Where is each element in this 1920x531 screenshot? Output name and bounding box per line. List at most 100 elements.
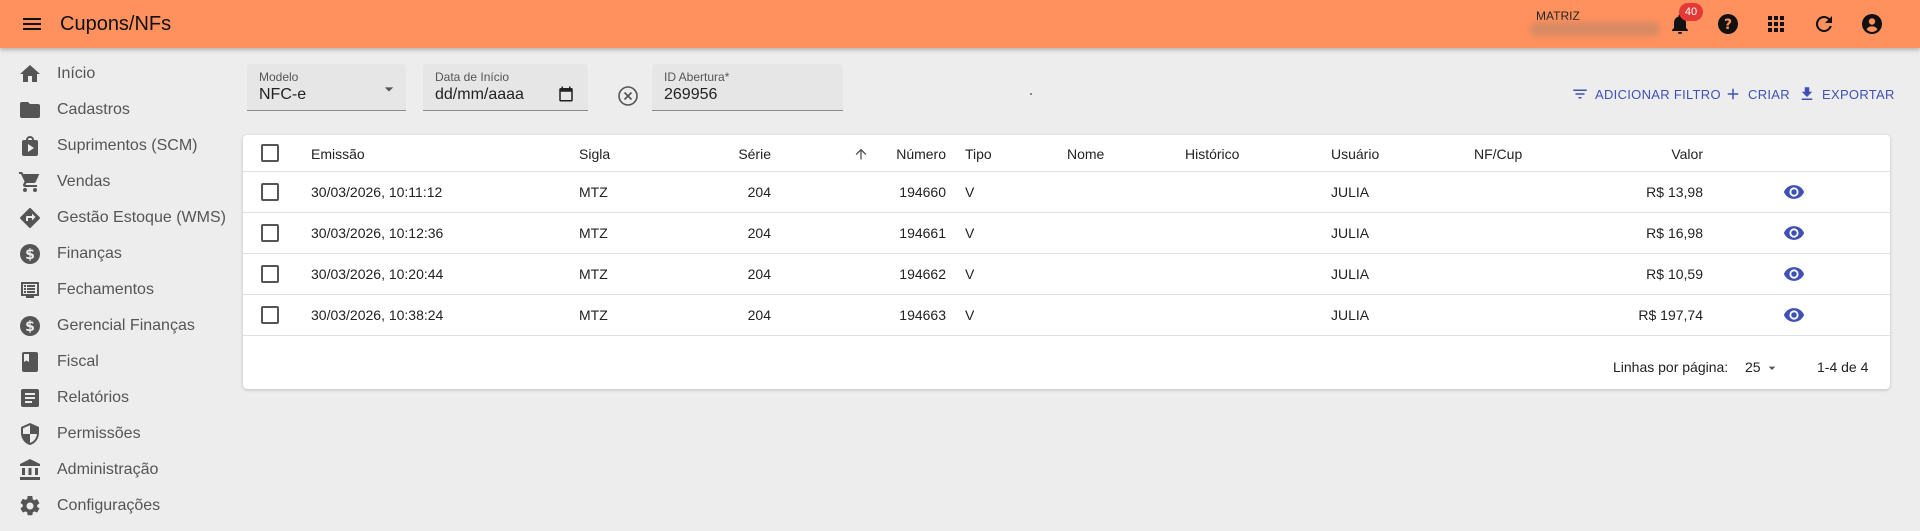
header-serie[interactable]: Série — [683, 146, 771, 162]
svg-text:?: ? — [1724, 17, 1732, 33]
header-historico[interactable]: Histórico — [1185, 146, 1239, 162]
sidebar-item-label: Administração — [57, 461, 159, 478]
cart-icon — [19, 172, 40, 192]
sidebar-item-label: Início — [57, 65, 96, 82]
cell-emissao: 30/03/2026, 10:20:44 — [311, 266, 444, 282]
app-bar: Cupons/NFs MATRIZ 40 ? — [0, 0, 1920, 48]
header-sigla[interactable]: Sigla — [579, 146, 610, 162]
sidebar-item-inicio[interactable]: Início — [0, 56, 236, 92]
divider-dot — [1030, 93, 1032, 95]
table-row[interactable]: 30/03/2026, 10:12:36 MTZ 204 194661 V JU… — [243, 213, 1890, 254]
caret-down-icon[interactable] — [1764, 360, 1780, 376]
id-abertura-label: ID Abertura* — [664, 70, 730, 84]
id-abertura-value: 269956 — [664, 86, 718, 103]
filter-list-icon — [1573, 89, 1587, 99]
sidebar-item-configuracoes[interactable]: Configurações — [0, 488, 236, 524]
menu-icon[interactable] — [20, 12, 44, 36]
export-button[interactable]: EXPORTAR — [1798, 84, 1895, 104]
bank-icon — [20, 459, 40, 480]
sidebar-item-label: Suprimentos (SCM) — [57, 137, 198, 154]
sidebar-item-label: Fechamentos — [57, 281, 154, 298]
sidebar-item-cadastros[interactable]: Cadastros — [0, 92, 236, 128]
cell-usuario: JULIA — [1331, 225, 1370, 241]
apps-grid-icon[interactable] — [1764, 12, 1788, 36]
folder-icon — [20, 102, 40, 118]
directions-icon — [19, 207, 41, 229]
cell-numero: 194662 — [899, 266, 946, 282]
sidebar-item-label: Gestão Estoque (WMS) — [57, 209, 226, 226]
svg-text:$: $ — [25, 247, 35, 263]
data-inicio-value: dd/mm/aaaa — [435, 86, 524, 103]
eye-icon[interactable] — [1783, 181, 1805, 203]
sidebar-item-suprimentos[interactable]: Suprimentos (SCM) — [0, 128, 236, 164]
cell-emissao: 30/03/2026, 10:38:24 — [311, 307, 444, 323]
table-row[interactable]: 30/03/2026, 10:11:12 MTZ 204 194660 V JU… — [243, 172, 1890, 213]
arrow-up-icon[interactable] — [853, 146, 869, 162]
sidebar-item-label: Fiscal — [57, 353, 99, 370]
cell-emissao: 30/03/2026, 10:11:12 — [311, 184, 443, 200]
cell-serie: 204 — [747, 225, 771, 241]
table-row[interactable]: 30/03/2026, 10:20:44 MTZ 204 194662 V JU… — [243, 254, 1890, 295]
create-button[interactable]: CRIAR — [1724, 84, 1790, 104]
table-row[interactable]: 30/03/2026, 10:38:24 MTZ 204 194663 V JU… — [243, 295, 1890, 336]
sidebar-item-financas[interactable]: $ Finanças — [0, 236, 236, 272]
header-usuario[interactable]: Usuário — [1331, 146, 1379, 162]
list-alt-icon — [21, 282, 39, 298]
header-nome[interactable]: Nome — [1067, 146, 1104, 162]
account-icon[interactable] — [1860, 12, 1884, 36]
header-numero[interactable]: Número — [873, 146, 946, 162]
row-checkbox[interactable] — [261, 183, 279, 201]
table-pagination: Linhas por página: 25 1-4 de 4 — [243, 341, 1890, 389]
header-tipo[interactable]: Tipo — [965, 146, 992, 162]
eye-icon[interactable] — [1783, 263, 1805, 285]
clear-filter-icon[interactable] — [616, 84, 640, 108]
page-title: Cupons/NFs — [60, 13, 172, 35]
calendar-icon[interactable] — [557, 85, 575, 103]
sidebar-item-administracao[interactable]: Administração — [0, 452, 236, 488]
sidebar-item-label: Vendas — [57, 173, 111, 190]
row-checkbox[interactable] — [261, 224, 279, 242]
id-abertura-field[interactable]: ID Abertura* 269956 — [652, 64, 843, 111]
shield-icon — [21, 423, 39, 445]
header-emissao[interactable]: Emissão — [311, 146, 365, 162]
sidebar-item-fechamentos[interactable]: Fechamentos — [0, 272, 236, 308]
dollar-circle-icon: $ — [20, 316, 40, 336]
row-checkbox[interactable] — [261, 265, 279, 283]
eye-icon[interactable] — [1783, 304, 1805, 326]
sidebar-item-permissoes[interactable]: Permissões — [0, 416, 236, 452]
select-all-checkbox[interactable] — [261, 144, 279, 162]
sidebar-item-vendas[interactable]: Vendas — [0, 164, 236, 200]
sidebar-item-fiscal[interactable]: Fiscal — [0, 344, 236, 380]
sidebar-item-label: Cadastros — [57, 101, 130, 118]
eye-icon[interactable] — [1783, 222, 1805, 244]
cell-valor: R$ 13,98 — [1646, 184, 1703, 200]
sidebar-item-label: Gerencial Finanças — [57, 317, 195, 334]
sidebar-item-gerencial-financas[interactable]: $ Gerencial Finanças — [0, 308, 236, 344]
cell-serie: 204 — [747, 184, 771, 200]
cell-serie: 204 — [747, 266, 771, 282]
sidebar: Início Cadastros Suprimentos (SCM) Venda… — [0, 48, 240, 531]
help-icon[interactable]: ? — [1716, 12, 1740, 36]
rows-per-page-select[interactable]: 25 — [1745, 359, 1761, 375]
sidebar-item-relatorios[interactable]: Relatórios — [0, 380, 236, 416]
sidebar-item-label: Configurações — [57, 497, 161, 514]
export-label: EXPORTAR — [1822, 86, 1895, 102]
row-checkbox[interactable] — [261, 306, 279, 324]
book-icon — [22, 352, 38, 372]
modelo-select[interactable]: Modelo NFC-e — [247, 64, 406, 111]
header-valor[interactable]: Valor — [1623, 146, 1703, 162]
data-inicio-field[interactable]: Data de Início dd/mm/aaaa — [423, 64, 588, 111]
refresh-icon[interactable] — [1812, 12, 1836, 36]
plus-icon — [1727, 88, 1739, 100]
shopping-bag-icon — [22, 136, 38, 156]
company-name[interactable]: MATRIZ — [1536, 9, 1580, 23]
sidebar-item-gestao-estoque[interactable]: Gestão Estoque (WMS) — [0, 200, 236, 236]
cell-tipo: V — [965, 266, 975, 282]
add-filter-label: ADICIONAR FILTRO — [1595, 86, 1721, 102]
add-filter-button[interactable]: ADICIONAR FILTRO — [1571, 84, 1721, 104]
cell-usuario: JULIA — [1331, 307, 1370, 323]
header-nfcup[interactable]: NF/Cup — [1474, 146, 1522, 162]
modelo-value: NFC-e — [259, 86, 307, 103]
gear-icon — [20, 495, 40, 516]
sidebar-item-label: Finanças — [57, 245, 122, 262]
